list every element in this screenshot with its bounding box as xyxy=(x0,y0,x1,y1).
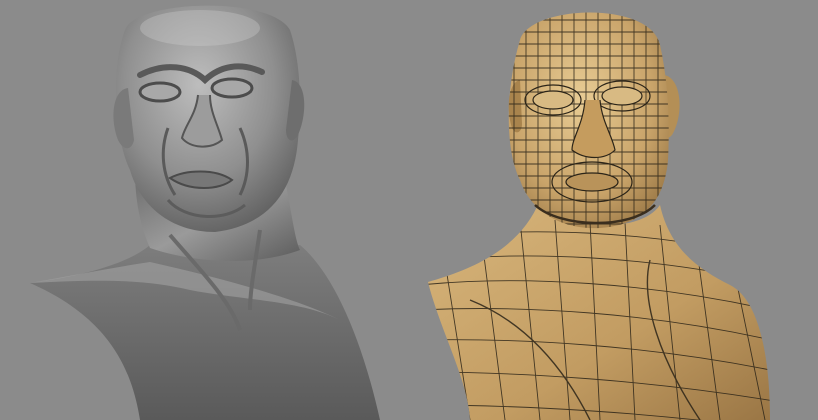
sculpt-bust xyxy=(30,5,380,420)
render-viewport xyxy=(0,0,818,420)
retopo-eye-left xyxy=(532,90,574,110)
retopo-eye-right xyxy=(601,86,643,106)
retopo-bust xyxy=(428,12,770,420)
sculpt-scalp-highlight xyxy=(140,10,260,46)
sculpt-eye-right xyxy=(210,77,254,99)
retopo-mouth xyxy=(565,172,619,192)
sculpt-eye-left xyxy=(138,81,182,103)
retopo-body xyxy=(428,200,770,420)
sculpt-shoulder xyxy=(30,245,380,420)
scene-canvas xyxy=(30,5,770,420)
